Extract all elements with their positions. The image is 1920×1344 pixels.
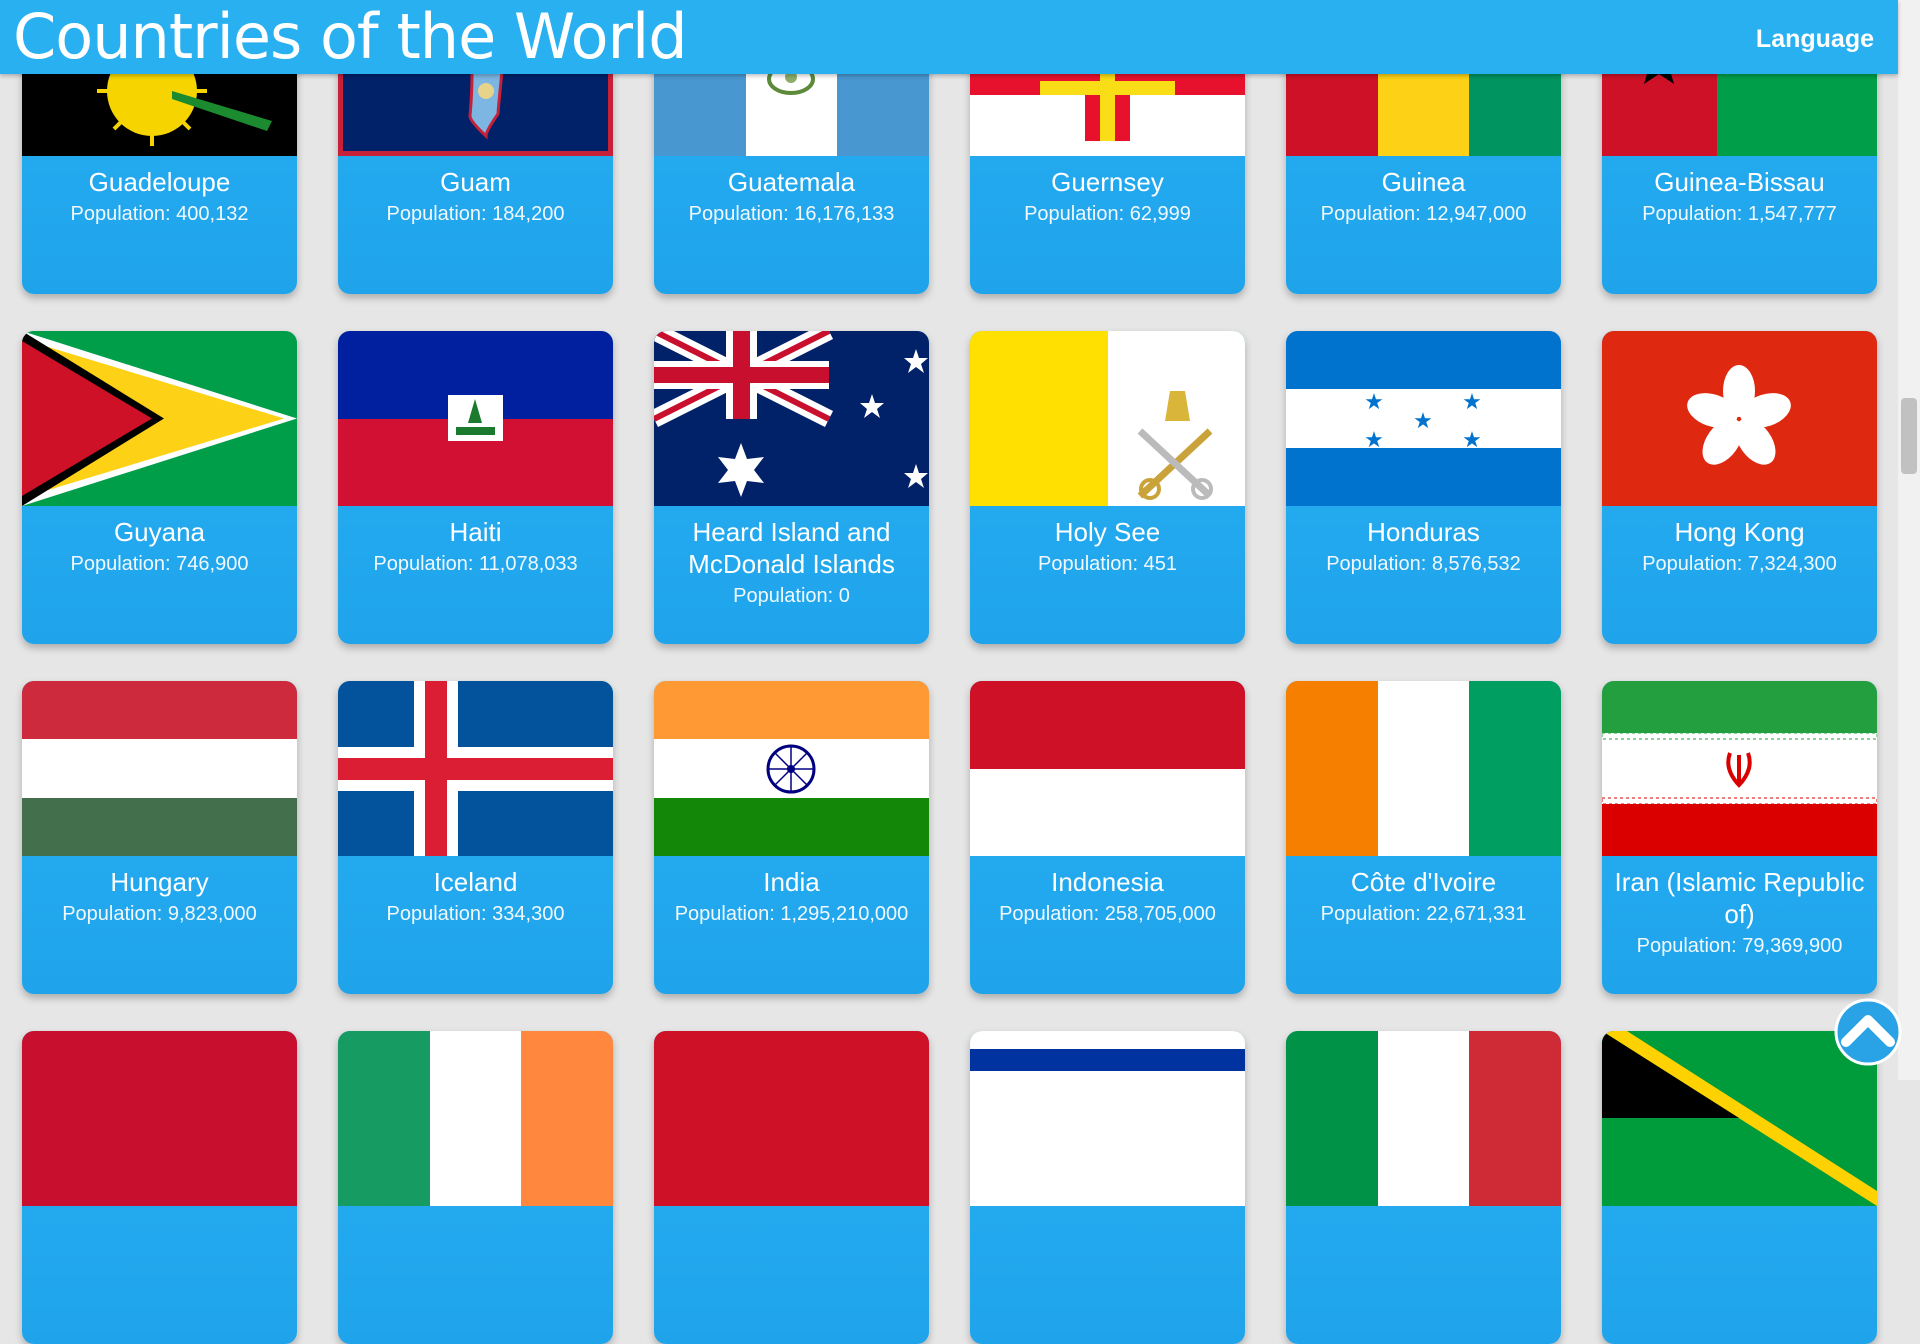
language-menu-button[interactable]: Language xyxy=(1756,25,1874,54)
country-name: Holy See xyxy=(1054,517,1161,547)
country-card-hong-kong[interactable]: Hong Kong Population: 7,324,300 xyxy=(1602,331,1877,644)
country-population: Population: 62,999 xyxy=(1024,203,1191,225)
country-name: Guam xyxy=(440,167,511,197)
flag-iran xyxy=(1602,681,1877,856)
flag-guyana xyxy=(22,331,297,506)
country-card-indonesia[interactable]: Indonesia Population: 258,705,000 xyxy=(970,681,1245,994)
svg-text:★: ★ xyxy=(1413,409,1433,434)
country-population: Population: 22,671,331 xyxy=(1320,903,1527,925)
country-name: Heard Island and McDonald Islands xyxy=(688,517,895,579)
page-title: Countries of the World xyxy=(13,0,688,73)
flag-indonesia xyxy=(970,681,1245,856)
svg-text:★: ★ xyxy=(1462,390,1482,415)
flag-cote-divoire xyxy=(1286,681,1561,856)
country-name: Hungary xyxy=(110,867,209,897)
country-population: Population: 9,823,000 xyxy=(62,903,257,925)
flag-haiti xyxy=(338,331,613,506)
country-name: Honduras xyxy=(1367,517,1480,547)
svg-text:★: ★ xyxy=(1364,428,1384,453)
country-population: Population: 258,705,000 xyxy=(999,903,1216,925)
country-name: Guatemala xyxy=(727,167,856,197)
country-card-partial[interactable] xyxy=(338,1031,613,1344)
flag-partial xyxy=(654,1031,929,1206)
country-name: Guyana xyxy=(113,517,206,547)
country-population: Population: 7,324,300 xyxy=(1642,553,1837,575)
chevron-up-icon xyxy=(1834,998,1902,1066)
country-name: Haiti xyxy=(449,517,502,547)
country-population: Population: 12,947,000 xyxy=(1320,203,1527,225)
country-card-iceland[interactable]: Iceland Population: 334,300 xyxy=(338,681,613,994)
country-population: Population: 8,576,532 xyxy=(1326,553,1521,575)
country-population: Population: 746,900 xyxy=(70,553,249,575)
country-population: Population: 1,547,777 xyxy=(1642,203,1837,225)
scrollbar-thumb[interactable] xyxy=(1901,398,1917,474)
flag-honduras: ★ ★ ★ ★ ★ xyxy=(1286,331,1561,506)
country-card-partial[interactable] xyxy=(1286,1031,1561,1344)
flag-partial xyxy=(22,1031,297,1206)
country-name: Iran (Islamic Republic of) xyxy=(1614,867,1865,929)
flag-heard-island xyxy=(654,331,929,506)
app-bar: Countries of the World Language xyxy=(0,0,1898,74)
svg-text:★: ★ xyxy=(1462,428,1482,453)
svg-text:★: ★ xyxy=(1364,390,1384,415)
country-name: Guinea-Bissau xyxy=(1654,167,1825,197)
country-card-partial[interactable] xyxy=(654,1031,929,1344)
country-name: India xyxy=(763,867,820,897)
country-card-honduras[interactable]: ★ ★ ★ ★ ★ Honduras Population: 8,576,532 xyxy=(1286,331,1561,644)
country-name: Hong Kong xyxy=(1674,517,1805,547)
country-name: Iceland xyxy=(433,867,518,897)
country-card-partial[interactable] xyxy=(22,1031,297,1344)
country-card-india[interactable]: India Population: 1,295,210,000 xyxy=(654,681,929,994)
country-population: Population: 11,078,033 xyxy=(373,553,578,575)
country-card-hungary[interactable]: Hungary Population: 9,823,000 xyxy=(22,681,297,994)
country-name: Guinea xyxy=(1381,167,1466,197)
country-population: Population: 400,132 xyxy=(70,203,249,225)
country-population: Population: 451 xyxy=(1037,553,1177,575)
country-name: Guernsey xyxy=(1051,167,1164,197)
flag-partial xyxy=(1286,1031,1561,1206)
country-population: Population: 184,200 xyxy=(386,203,565,225)
scroll-to-top-button[interactable] xyxy=(1822,998,1914,1066)
country-card-partial[interactable] xyxy=(970,1031,1245,1344)
flag-hong-kong xyxy=(1602,331,1877,506)
country-card-holy-see[interactable]: Holy See Population: 451 xyxy=(970,331,1245,644)
country-population: Population: 79,369,900 xyxy=(1636,935,1843,957)
flag-partial xyxy=(338,1031,613,1206)
flag-hungary xyxy=(22,681,297,856)
country-card-haiti[interactable]: Haiti Population: 11,078,033 xyxy=(338,331,613,644)
flag-partial xyxy=(970,1031,1245,1206)
country-card-guyana[interactable]: Guyana Population: 746,900 xyxy=(22,331,297,644)
country-population: Population: 0 xyxy=(733,585,850,607)
country-card-partial[interactable] xyxy=(1602,1031,1877,1344)
country-name: Guadeloupe xyxy=(88,167,231,197)
country-grid: Guadeloupe Population: 400,132 Guam Popu… xyxy=(0,0,1898,1344)
country-population: Population: 1,295,210,000 xyxy=(674,903,909,925)
country-name: Côte d'Ivoire xyxy=(1350,867,1497,897)
country-population: Population: 334,300 xyxy=(386,903,565,925)
country-name: Indonesia xyxy=(1051,867,1164,897)
scrollbar[interactable] xyxy=(1898,0,1920,1080)
country-card-heard-island[interactable]: Heard Island and McDonald Islands Popula… xyxy=(654,331,929,644)
country-card-cote-divoire[interactable]: Côte d'Ivoire Population: 22,671,331 xyxy=(1286,681,1561,994)
flag-india xyxy=(654,681,929,856)
flag-holy-see xyxy=(970,331,1245,506)
flag-iceland xyxy=(338,681,613,856)
country-population: Population: 16,176,133 xyxy=(688,203,895,225)
country-card-iran[interactable]: Iran (Islamic Republic of) Population: 7… xyxy=(1602,681,1877,994)
